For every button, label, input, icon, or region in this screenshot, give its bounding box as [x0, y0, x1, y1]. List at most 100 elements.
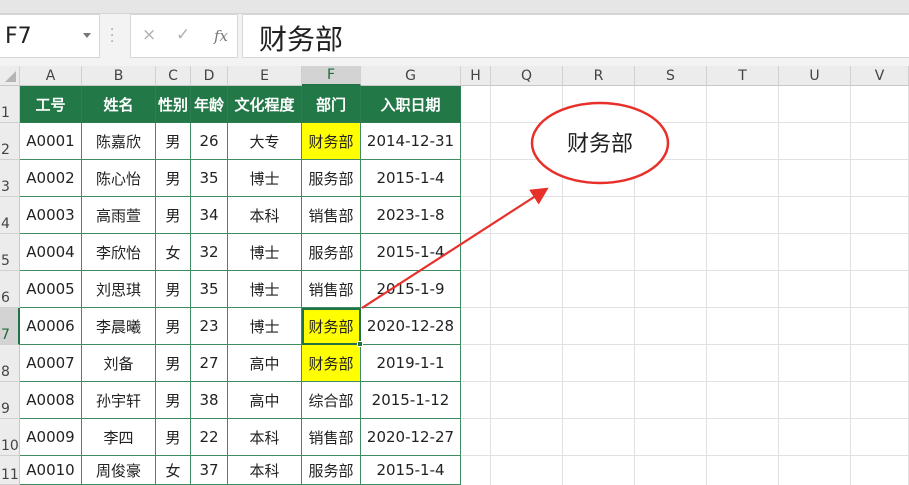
- table-cell[interactable]: 财务部: [302, 345, 361, 382]
- row-header-9[interactable]: 9: [0, 382, 20, 419]
- table-cell[interactable]: 2020-12-28: [361, 308, 461, 345]
- table-cell[interactable]: 37: [191, 456, 228, 485]
- table-cell[interactable]: 博士: [228, 234, 302, 271]
- table-cell[interactable]: 陈嘉欣: [82, 123, 156, 160]
- table-cell[interactable]: 博士: [228, 271, 302, 308]
- column-header-b[interactable]: B: [82, 66, 156, 86]
- column-header-a[interactable]: A: [20, 66, 82, 86]
- table-cell[interactable]: 2014-12-31: [361, 123, 461, 160]
- table-cell[interactable]: 35: [191, 160, 228, 197]
- table-cell[interactable]: 服务部: [302, 234, 361, 271]
- table-cell[interactable]: 男: [156, 345, 191, 382]
- table-cell[interactable]: 2015-1-4: [361, 234, 461, 271]
- formula-input[interactable]: 财务部: [242, 14, 909, 58]
- table-cell[interactable]: A0007: [20, 345, 82, 382]
- cancel-icon[interactable]: ×: [142, 25, 156, 45]
- table-cell[interactable]: 财务部: [302, 123, 361, 160]
- row-header-10[interactable]: 10: [0, 419, 20, 456]
- table-cell[interactable]: 38: [191, 382, 228, 419]
- table-cell[interactable]: A0004: [20, 234, 82, 271]
- column-header-q[interactable]: Q: [491, 66, 563, 86]
- table-cell[interactable]: A0002: [20, 160, 82, 197]
- row-header-5[interactable]: 5: [0, 234, 20, 271]
- column-header-t[interactable]: T: [707, 66, 779, 86]
- table-cell[interactable]: 2019-1-1: [361, 345, 461, 382]
- table-header-cell[interactable]: 文化程度: [228, 86, 302, 123]
- table-cell[interactable]: 高中: [228, 382, 302, 419]
- table-cell[interactable]: 博士: [228, 308, 302, 345]
- column-header-e[interactable]: E: [228, 66, 302, 86]
- spreadsheet-grid[interactable]: A B C D E F G H Q R S T U V 1 2 3 4 5 6 7 8 9 10 11 工号 姓名 性别 年龄 文化程度部…: [0, 66, 909, 485]
- table-cell[interactable]: 22: [191, 419, 228, 456]
- table-cell[interactable]: A0008: [20, 382, 82, 419]
- table-cell[interactable]: 李欣怡: [82, 234, 156, 271]
- table-cell[interactable]: 刘备: [82, 345, 156, 382]
- table-cell[interactable]: 2015-1-12: [361, 382, 461, 419]
- table-cell[interactable]: 2015-1-9: [361, 271, 461, 308]
- table-cell[interactable]: 销售部: [302, 197, 361, 234]
- table-cell[interactable]: 男: [156, 308, 191, 345]
- table-cell[interactable]: 周俊豪: [82, 456, 156, 485]
- column-header-f[interactable]: F: [302, 66, 361, 86]
- table-cell[interactable]: 李晨曦: [82, 308, 156, 345]
- table-header-cell[interactable]: 工号: [20, 86, 82, 123]
- row-header-8[interactable]: 8: [0, 345, 20, 382]
- table-cell[interactable]: 本科: [228, 197, 302, 234]
- column-header-g[interactable]: G: [361, 66, 461, 86]
- table-cell[interactable]: 男: [156, 123, 191, 160]
- table-cell[interactable]: 2015-1-4: [361, 456, 461, 485]
- table-cell[interactable]: 32: [191, 234, 228, 271]
- table-cell[interactable]: 刘思琪: [82, 271, 156, 308]
- row-header-6[interactable]: 6: [0, 271, 20, 308]
- name-box[interactable]: F7: [0, 14, 100, 58]
- table-cell[interactable]: 综合部: [302, 382, 361, 419]
- table-cell[interactable]: 35: [191, 271, 228, 308]
- chevron-down-icon[interactable]: [83, 33, 91, 38]
- row-header-4[interactable]: 4: [0, 197, 20, 234]
- table-cell[interactable]: A0006: [20, 308, 82, 345]
- insert-function-icon[interactable]: fx: [214, 27, 228, 45]
- more-options-icon[interactable]: · · ·: [110, 24, 114, 49]
- table-cell[interactable]: 博士: [228, 160, 302, 197]
- table-cell[interactable]: A0009: [20, 419, 82, 456]
- column-header-u[interactable]: U: [779, 66, 851, 86]
- row-header-2[interactable]: 2: [0, 123, 20, 160]
- table-cell[interactable]: 女: [156, 456, 191, 485]
- table-cell[interactable]: A0001: [20, 123, 82, 160]
- table-header-cell[interactable]: 姓名: [82, 86, 156, 123]
- table-cell[interactable]: 26: [191, 123, 228, 160]
- column-header-c[interactable]: C: [156, 66, 191, 86]
- table-cell[interactable]: 服务部: [302, 160, 361, 197]
- table-cell[interactable]: 服务部: [302, 456, 361, 485]
- row-header-3[interactable]: 3: [0, 160, 20, 197]
- table-cell[interactable]: 销售部: [302, 419, 361, 456]
- table-cell[interactable]: A0010: [20, 456, 82, 485]
- table-cell[interactable]: 34: [191, 197, 228, 234]
- table-header-cell[interactable]: 入职日期: [361, 86, 461, 123]
- table-cell[interactable]: 23: [191, 308, 228, 345]
- table-cell[interactable]: 2020-12-27: [361, 419, 461, 456]
- table-cell[interactable]: 销售部: [302, 271, 361, 308]
- column-header-s[interactable]: S: [635, 66, 707, 86]
- row-header-11[interactable]: 11: [0, 456, 20, 485]
- row-header-1[interactable]: 1: [0, 86, 20, 123]
- table-cell[interactable]: 男: [156, 419, 191, 456]
- table-cell[interactable]: 孙宇轩: [82, 382, 156, 419]
- table-cell[interactable]: 女: [156, 234, 191, 271]
- select-all-corner[interactable]: [0, 66, 20, 86]
- table-cell[interactable]: 高雨萱: [82, 197, 156, 234]
- enter-icon[interactable]: ✓: [176, 25, 190, 45]
- table-cell[interactable]: 财务部: [302, 308, 361, 345]
- table-cell[interactable]: 陈心怡: [82, 160, 156, 197]
- table-cell[interactable]: 男: [156, 382, 191, 419]
- row-header-7[interactable]: 7: [0, 308, 20, 345]
- column-header-r[interactable]: R: [563, 66, 635, 86]
- table-cell[interactable]: 本科: [228, 419, 302, 456]
- column-header-d[interactable]: D: [191, 66, 228, 86]
- table-cell[interactable]: 男: [156, 160, 191, 197]
- table-cell[interactable]: 本科: [228, 456, 302, 485]
- table-cell[interactable]: A0005: [20, 271, 82, 308]
- table-cell[interactable]: 李四: [82, 419, 156, 456]
- table-cell[interactable]: 2015-1-4: [361, 160, 461, 197]
- table-cell[interactable]: 男: [156, 271, 191, 308]
